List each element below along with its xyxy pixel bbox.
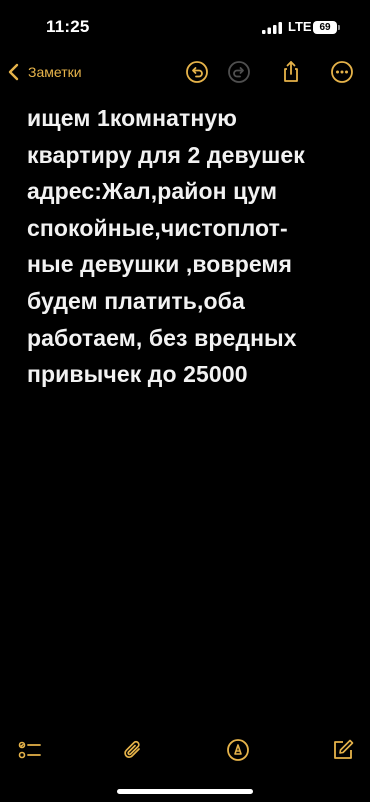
markup-pen-icon[interactable] bbox=[226, 738, 250, 762]
nav-bar: Заметки bbox=[0, 54, 370, 90]
compose-icon[interactable] bbox=[331, 738, 355, 762]
status-time: 11:25 bbox=[46, 17, 90, 36]
battery-icon: 69 bbox=[313, 21, 337, 34]
back-label: Заметки bbox=[28, 64, 82, 80]
checklist-icon[interactable] bbox=[18, 738, 42, 762]
status-bar: 11:25 LTE 69 bbox=[0, 0, 370, 54]
cellular-signal-icon bbox=[262, 22, 282, 34]
undo-icon[interactable] bbox=[185, 60, 209, 84]
note-body[interactable]: ищем 1комнатную квартиру для 2 девушек а… bbox=[27, 100, 362, 393]
back-button[interactable]: Заметки bbox=[6, 58, 82, 86]
more-options-icon[interactable] bbox=[330, 60, 354, 84]
redo-icon[interactable] bbox=[227, 60, 251, 84]
battery-level: 69 bbox=[319, 22, 331, 33]
paperclip-icon[interactable] bbox=[122, 738, 146, 762]
battery-cap bbox=[338, 25, 340, 30]
bottom-toolbar bbox=[0, 730, 370, 770]
home-indicator bbox=[117, 789, 253, 794]
network-type: LTE bbox=[288, 19, 312, 34]
chevron-left-icon bbox=[8, 63, 19, 81]
share-icon[interactable] bbox=[279, 60, 303, 84]
